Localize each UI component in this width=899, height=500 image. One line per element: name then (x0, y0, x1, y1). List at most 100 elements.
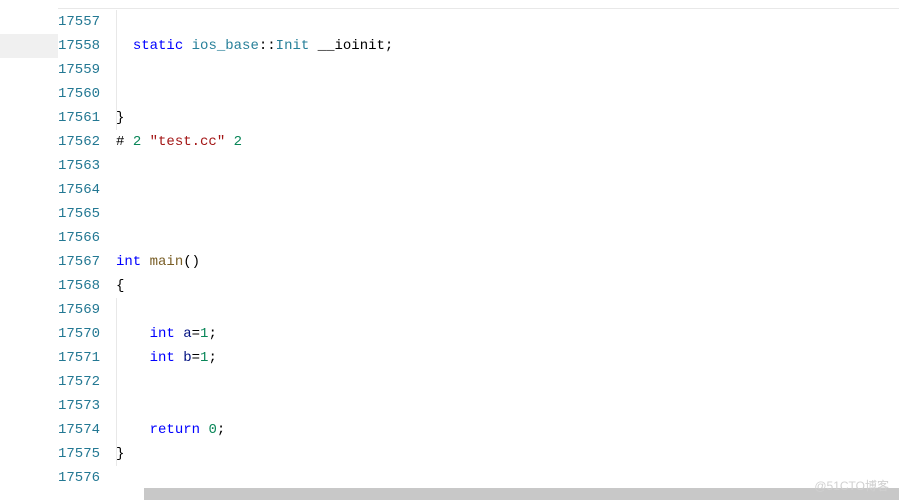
code-line[interactable]: int b=1; (116, 346, 899, 370)
margin-row (0, 34, 58, 58)
indent-guide (116, 346, 117, 370)
token-ident: a (183, 326, 191, 342)
token-plain (116, 422, 150, 438)
code-content-area[interactable]: static ios_base::Init __ioinit;}# 2 "tes… (116, 0, 899, 500)
code-line[interactable]: return 0; (116, 418, 899, 442)
token-kw: return (150, 422, 200, 438)
line-number: 17568 (58, 274, 100, 298)
margin-row (0, 346, 58, 370)
code-line[interactable] (116, 202, 899, 226)
token-plain (116, 38, 133, 54)
margin-row (0, 226, 58, 250)
indent-guide (116, 82, 117, 106)
margin-row (0, 442, 58, 466)
code-line[interactable]: } (116, 442, 899, 466)
line-number: 17557 (58, 10, 100, 34)
code-line[interactable] (116, 10, 899, 34)
line-number: 17575 (58, 442, 100, 466)
token-fn: main (150, 254, 184, 270)
indent-guide (116, 418, 117, 442)
line-number: 17571 (58, 346, 100, 370)
indent-guide (116, 442, 117, 466)
token-num: 2 (234, 134, 242, 150)
code-line[interactable] (116, 82, 899, 106)
margin-row (0, 130, 58, 154)
margin-row (0, 298, 58, 322)
token-kw: int (150, 350, 175, 366)
code-line[interactable]: { (116, 274, 899, 298)
token-plain: () (183, 254, 200, 270)
code-line[interactable] (116, 394, 899, 418)
code-line[interactable] (116, 226, 899, 250)
token-plain (141, 254, 149, 270)
code-line[interactable]: } (116, 106, 899, 130)
line-number: 17574 (58, 418, 100, 442)
margin-row (0, 106, 58, 130)
line-number: 17567 (58, 250, 100, 274)
code-line[interactable] (116, 370, 899, 394)
token-kw: int (116, 254, 141, 270)
code-editor[interactable]: 1755717558175591756017561175621756317564… (0, 0, 899, 500)
token-num: 2 (133, 134, 141, 150)
line-number: 17576 (58, 466, 100, 490)
line-number: 17561 (58, 106, 100, 130)
margin-row (0, 154, 58, 178)
line-number: 17562 (58, 130, 100, 154)
token-type: ios_base (192, 38, 259, 54)
line-number: 17563 (58, 154, 100, 178)
margin-row (0, 394, 58, 418)
horizontal-scrollbar[interactable] (144, 488, 899, 500)
line-number: 17559 (58, 58, 100, 82)
code-line[interactable] (116, 178, 899, 202)
line-number: 17566 (58, 226, 100, 250)
watermark-text: @51CTO博客 (814, 477, 889, 494)
token-plain: { (116, 278, 124, 294)
token-plain (116, 326, 150, 342)
margin-row (0, 466, 58, 490)
code-line[interactable] (116, 58, 899, 82)
code-line[interactable] (116, 154, 899, 178)
indent-guide (116, 106, 117, 130)
margin-row (0, 10, 58, 34)
token-plain (183, 38, 191, 54)
margin-row (0, 250, 58, 274)
token-plain: } (116, 110, 124, 126)
line-number: 17558 (58, 34, 100, 58)
indent-guide (116, 322, 117, 346)
indent-guide (116, 394, 117, 418)
line-number: 17560 (58, 82, 100, 106)
left-margin (0, 0, 58, 500)
token-plain (175, 326, 183, 342)
token-type: Init (276, 38, 310, 54)
token-str: "test.cc" (150, 134, 226, 150)
indent-guide (116, 370, 117, 394)
token-plain: __ioinit; (309, 38, 393, 54)
code-line[interactable]: int main() (116, 250, 899, 274)
line-number: 17572 (58, 370, 100, 394)
line-number-gutter: 1755717558175591756017561175621756317564… (58, 0, 116, 500)
indent-guide (116, 298, 117, 322)
token-plain: # (116, 134, 133, 150)
token-plain: ; (208, 326, 216, 342)
margin-row (0, 322, 58, 346)
token-op: = (192, 326, 200, 342)
indent-guide (116, 10, 117, 34)
line-number: 17569 (58, 298, 100, 322)
token-plain: } (116, 446, 124, 462)
code-line[interactable]: static ios_base::Init __ioinit; (116, 34, 899, 58)
indent-guide (116, 34, 117, 58)
token-plain (175, 350, 183, 366)
code-line[interactable]: int a=1; (116, 322, 899, 346)
margin-row (0, 370, 58, 394)
token-plain (225, 134, 233, 150)
margin-row (0, 58, 58, 82)
token-plain (116, 350, 150, 366)
code-line[interactable] (116, 466, 899, 490)
margin-row (0, 82, 58, 106)
margin-row (0, 274, 58, 298)
line-number: 17564 (58, 178, 100, 202)
token-plain: ; (208, 350, 216, 366)
code-line[interactable] (116, 298, 899, 322)
line-number: 17573 (58, 394, 100, 418)
code-line[interactable]: # 2 "test.cc" 2 (116, 130, 899, 154)
